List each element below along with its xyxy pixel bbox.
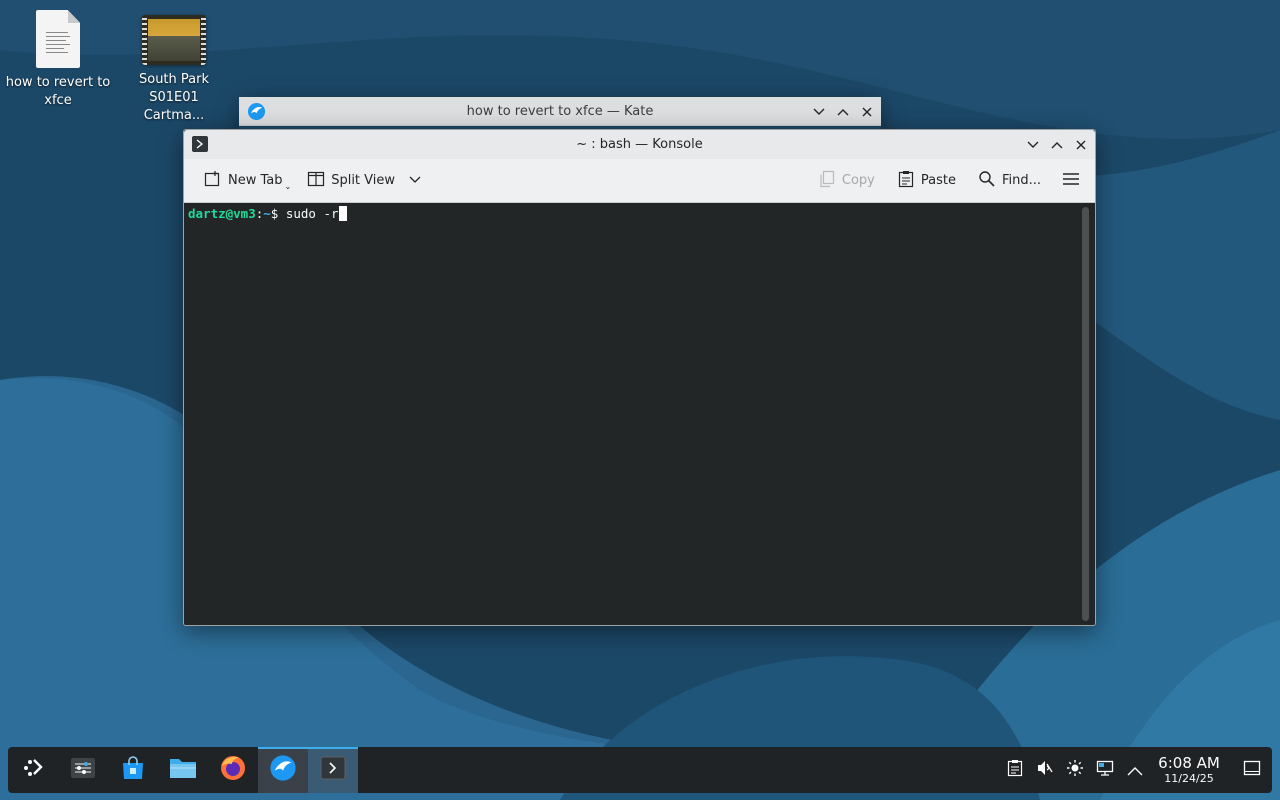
system-settings-taskbar-button[interactable]: [58, 747, 108, 793]
copy-button[interactable]: Copy: [814, 166, 879, 196]
desktop-icon-document[interactable]: how to revert to xfce: [3, 10, 113, 110]
video-thumbnail-icon: [142, 15, 206, 65]
desktop-icon-label: how to revert to xfce: [5, 75, 111, 108]
terminal-scrollbar[interactable]: [1082, 207, 1089, 621]
find-label: Find...: [1001, 173, 1041, 188]
paste-label: Paste: [920, 173, 956, 188]
application-launcher-button[interactable]: [8, 747, 58, 793]
show-desktop-button[interactable]: [1232, 747, 1272, 793]
application-launcher-icon: [20, 755, 46, 785]
kate-app-icon: [247, 102, 266, 125]
paste-button[interactable]: Paste: [893, 166, 960, 196]
show-desktop-icon: [1243, 760, 1261, 780]
prompt-path: ~: [263, 206, 271, 221]
konsole-app-icon: [192, 136, 208, 156]
find-button[interactable]: Find...: [974, 166, 1045, 196]
network-wired-icon: [1096, 759, 1114, 781]
clock-date: 11/24/25: [1164, 772, 1214, 785]
dolphin-file-manager-taskbar-button[interactable]: [158, 747, 208, 793]
konsole-window[interactable]: ~ : bash — Konsole New Tab ⌄ Split View: [183, 129, 1096, 626]
chevron-down-icon[interactable]: [409, 173, 421, 188]
network-tray-button[interactable]: [1090, 747, 1120, 793]
konsole-icon: [320, 755, 346, 785]
discover-store-taskbar-button[interactable]: [108, 747, 158, 793]
terminal-line: dartz@vm3:~$ sudo -r: [188, 206, 1091, 221]
split-view-button[interactable]: Split View: [303, 166, 425, 196]
text-cursor: [338, 206, 347, 221]
kate-taskbar-button[interactable]: [258, 747, 308, 793]
prompt-user-host: dartz@vm3: [188, 206, 256, 221]
clipboard-tray-button[interactable]: [1000, 747, 1030, 793]
close-icon[interactable]: [1073, 137, 1089, 153]
copy-icon: [818, 170, 836, 192]
kate-titlebar[interactable]: how to revert to xfce — Kate: [239, 97, 881, 126]
close-icon[interactable]: [859, 104, 875, 120]
konsole-titlebar[interactable]: ~ : bash — Konsole: [184, 130, 1095, 159]
firefox-icon: [219, 754, 247, 786]
clock-time: 6:08 AM: [1158, 754, 1220, 772]
window-title: how to revert to xfce — Kate: [466, 103, 654, 119]
konsole-taskbar-button[interactable]: [308, 747, 358, 793]
taskbar: 6:08 AM 11/24/25: [8, 747, 1272, 793]
hamburger-menu-icon: [1061, 171, 1081, 191]
window-title: ~ : bash — Konsole: [576, 137, 703, 152]
terminal-area[interactable]: dartz@vm3:~$ sudo -r: [184, 203, 1095, 625]
dropdown-indicator-icon: ⌄: [284, 182, 292, 191]
chevron-up-icon: [1127, 761, 1143, 780]
search-icon: [978, 170, 996, 192]
firefox-taskbar-button[interactable]: [208, 747, 258, 793]
new-tab-button[interactable]: New Tab ⌄: [200, 166, 295, 196]
folder-icon: [169, 755, 197, 785]
settings-sliders-icon: [70, 755, 96, 785]
split-view-icon: [307, 170, 325, 192]
desktop-icon-label: South Park S01E01 Cartma...: [138, 72, 209, 123]
new-tab-icon: [204, 170, 222, 192]
konsole-toolbar: New Tab ⌄ Split View Copy Paste Find...: [184, 159, 1095, 203]
volume-muted-icon: [1036, 759, 1054, 781]
prompt-symbol: $: [270, 206, 279, 221]
maximize-icon[interactable]: [835, 104, 851, 120]
hamburger-menu-button[interactable]: [1057, 166, 1085, 196]
digital-clock[interactable]: 6:08 AM 11/24/25: [1154, 754, 1224, 786]
text-document-icon: [36, 10, 80, 68]
brightness-tray-button[interactable]: [1060, 747, 1090, 793]
split-view-label: Split View: [331, 173, 396, 188]
clipboard-icon: [1007, 759, 1023, 781]
paste-icon: [897, 170, 915, 192]
tray-expander-button[interactable]: [1120, 747, 1150, 793]
system-tray: 6:08 AM 11/24/25: [1000, 747, 1272, 793]
minimize-icon[interactable]: [1025, 137, 1041, 153]
new-tab-label: New Tab: [228, 173, 283, 188]
volume-tray-button[interactable]: [1030, 747, 1060, 793]
desktop-icon-video[interactable]: South Park S01E01 Cartma...: [119, 15, 229, 125]
terminal-command: sudo -r: [285, 206, 339, 221]
minimize-icon[interactable]: [811, 104, 827, 120]
kate-icon: [269, 754, 297, 786]
maximize-icon[interactable]: [1049, 137, 1065, 153]
shopping-bag-icon: [120, 755, 146, 785]
copy-label: Copy: [841, 173, 875, 188]
brightness-icon: [1066, 759, 1084, 781]
